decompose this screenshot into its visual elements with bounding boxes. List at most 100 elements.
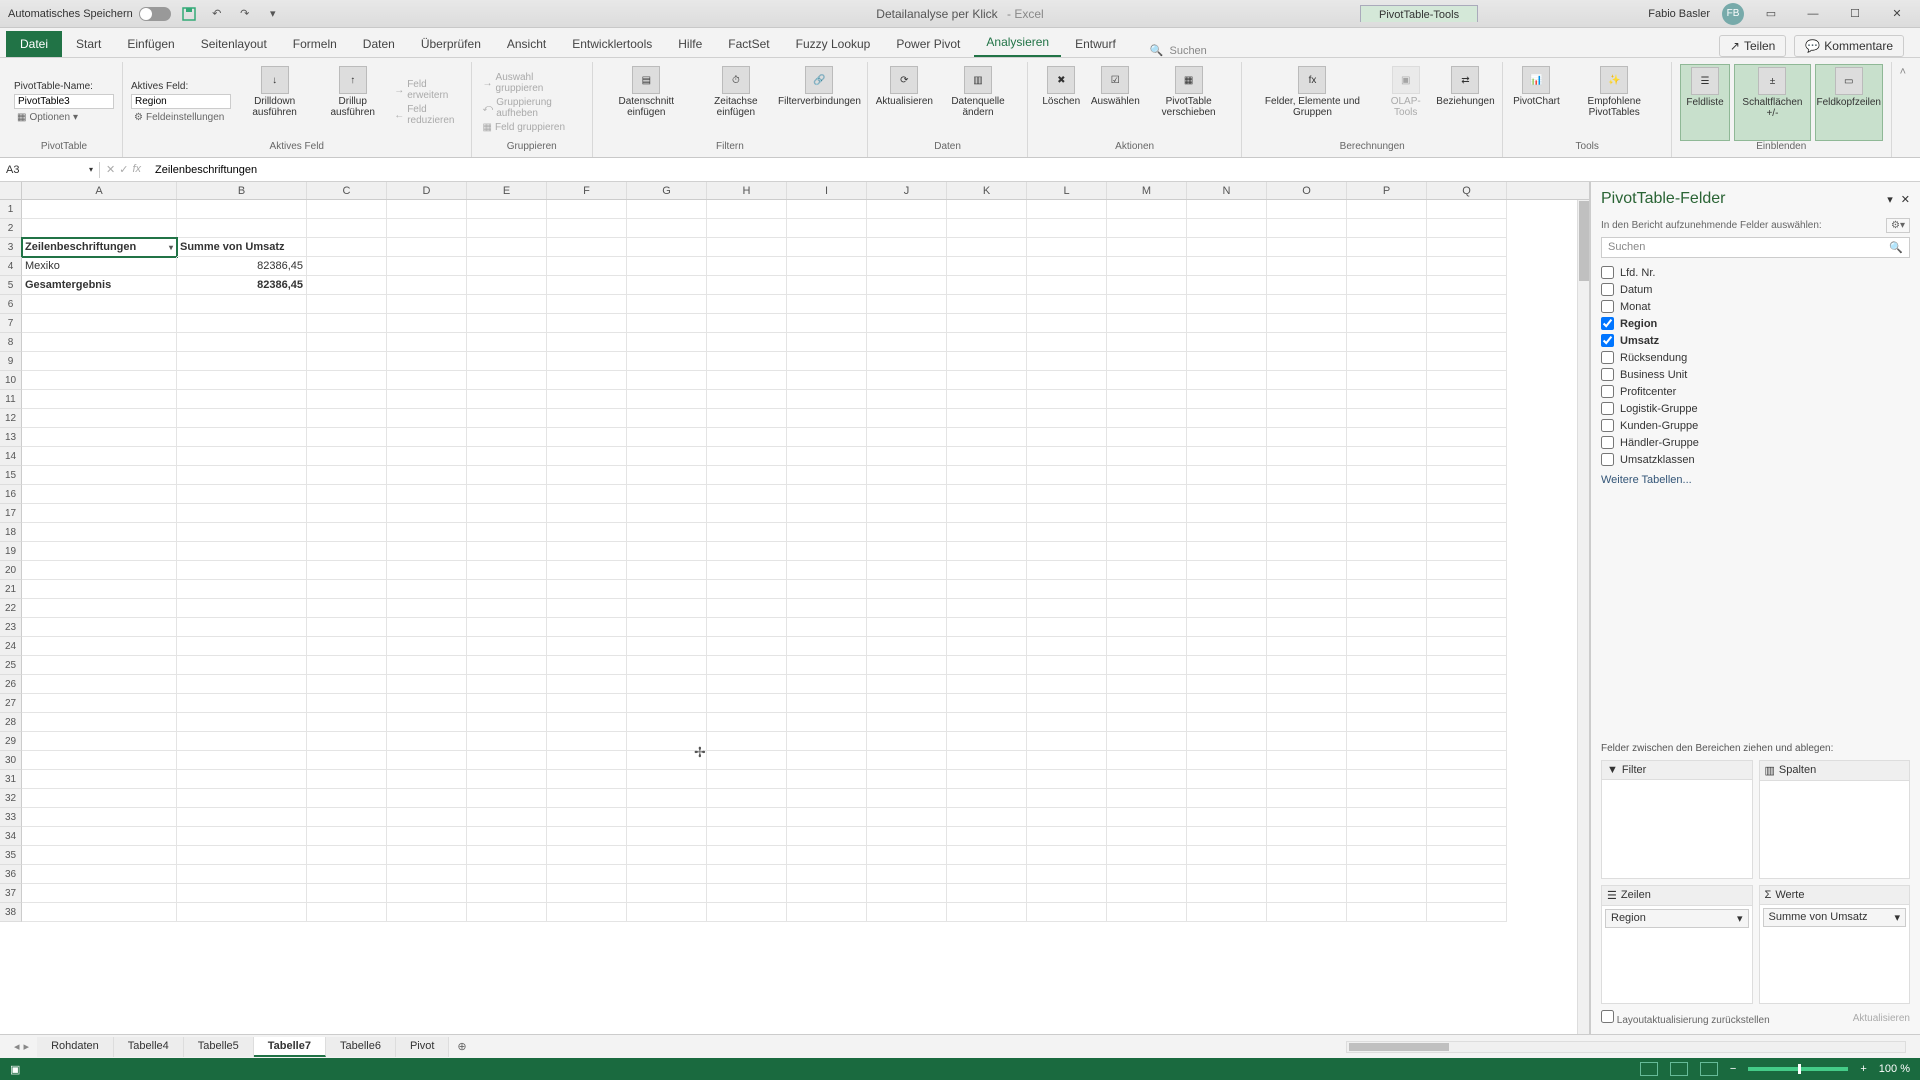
tab-daten[interactable]: Daten [351, 31, 407, 57]
cell-B9[interactable] [177, 352, 307, 371]
cell-I13[interactable] [787, 428, 867, 447]
record-macro-icon[interactable]: ▣ [10, 1063, 20, 1076]
cell-B29[interactable] [177, 732, 307, 751]
cell-J34[interactable] [867, 827, 947, 846]
cell-F2[interactable] [547, 219, 627, 238]
cell-H38[interactable] [707, 903, 787, 922]
cell-P36[interactable] [1347, 865, 1427, 884]
cell-H23[interactable] [707, 618, 787, 637]
cell-O22[interactable] [1267, 599, 1347, 618]
cell-O38[interactable] [1267, 903, 1347, 922]
cell-F33[interactable] [547, 808, 627, 827]
cell-J32[interactable] [867, 789, 947, 808]
cell-A16[interactable] [22, 485, 177, 504]
cell-Q2[interactable] [1427, 219, 1507, 238]
update-button[interactable]: Aktualisieren [1853, 1013, 1910, 1024]
cell-J12[interactable] [867, 409, 947, 428]
cell-P16[interactable] [1347, 485, 1427, 504]
cell-B25[interactable] [177, 656, 307, 675]
cell-N37[interactable] [1187, 884, 1267, 903]
cell-O24[interactable] [1267, 637, 1347, 656]
cell-G13[interactable] [627, 428, 707, 447]
cell-A15[interactable] [22, 466, 177, 485]
cell-O28[interactable] [1267, 713, 1347, 732]
cell-G34[interactable] [627, 827, 707, 846]
cell-O32[interactable] [1267, 789, 1347, 808]
col-header-B[interactable]: B [177, 182, 307, 199]
cell-L11[interactable] [1027, 390, 1107, 409]
rows-area[interactable]: ☰Zeilen Region▾ [1601, 885, 1753, 1004]
cell-L10[interactable] [1027, 371, 1107, 390]
cell-C20[interactable] [307, 561, 387, 580]
cell-F31[interactable] [547, 770, 627, 789]
cell-O9[interactable] [1267, 352, 1347, 371]
cell-G4[interactable] [627, 257, 707, 276]
cell-P15[interactable] [1347, 466, 1427, 485]
cell-G22[interactable] [627, 599, 707, 618]
cell-F6[interactable] [547, 295, 627, 314]
cell-C1[interactable] [307, 200, 387, 219]
cell-G18[interactable] [627, 523, 707, 542]
cell-F22[interactable] [547, 599, 627, 618]
row-header[interactable]: 15 [0, 466, 22, 485]
cell-M28[interactable] [1107, 713, 1187, 732]
cell-E34[interactable] [467, 827, 547, 846]
cell-D15[interactable] [387, 466, 467, 485]
cell-C38[interactable] [307, 903, 387, 922]
cell-E14[interactable] [467, 447, 547, 466]
cell-J37[interactable] [867, 884, 947, 903]
cell-N35[interactable] [1187, 846, 1267, 865]
cell-L14[interactable] [1027, 447, 1107, 466]
cell-N34[interactable] [1187, 827, 1267, 846]
cell-E12[interactable] [467, 409, 547, 428]
group-field-button[interactable]: ▦ Feld gruppieren [480, 121, 569, 134]
page-break-view-icon[interactable] [1700, 1062, 1718, 1076]
cell-J29[interactable] [867, 732, 947, 751]
cell-L5[interactable] [1027, 276, 1107, 295]
cell-D24[interactable] [387, 637, 467, 656]
cell-J15[interactable] [867, 466, 947, 485]
cell-I19[interactable] [787, 542, 867, 561]
cell-C18[interactable] [307, 523, 387, 542]
cell-L30[interactable] [1027, 751, 1107, 770]
cell-D4[interactable] [387, 257, 467, 276]
cell-C7[interactable] [307, 314, 387, 333]
cell-D20[interactable] [387, 561, 467, 580]
cell-K16[interactable] [947, 485, 1027, 504]
cell-Q35[interactable] [1427, 846, 1507, 865]
cell-B28[interactable] [177, 713, 307, 732]
cell-J2[interactable] [867, 219, 947, 238]
cell-N22[interactable] [1187, 599, 1267, 618]
cell-K15[interactable] [947, 466, 1027, 485]
cell-B27[interactable] [177, 694, 307, 713]
cell-Q23[interactable] [1427, 618, 1507, 637]
cell-N19[interactable] [1187, 542, 1267, 561]
cell-C30[interactable] [307, 751, 387, 770]
cell-D7[interactable] [387, 314, 467, 333]
cell-B22[interactable] [177, 599, 307, 618]
cell-F23[interactable] [547, 618, 627, 637]
cell-M7[interactable] [1107, 314, 1187, 333]
cell-B32[interactable] [177, 789, 307, 808]
col-header-M[interactable]: M [1107, 182, 1187, 199]
cell-H19[interactable] [707, 542, 787, 561]
cell-Q13[interactable] [1427, 428, 1507, 447]
cell-F21[interactable] [547, 580, 627, 599]
select-all-corner[interactable] [0, 182, 22, 200]
cell-H11[interactable] [707, 390, 787, 409]
cell-F35[interactable] [547, 846, 627, 865]
cell-I27[interactable] [787, 694, 867, 713]
cell-I28[interactable] [787, 713, 867, 732]
cell-D27[interactable] [387, 694, 467, 713]
cell-J20[interactable] [867, 561, 947, 580]
cell-F5[interactable] [547, 276, 627, 295]
row-header[interactable]: 24 [0, 637, 22, 656]
cell-L36[interactable] [1027, 865, 1107, 884]
change-source-button[interactable]: ▥Datenquelle ändern [937, 64, 1020, 141]
cell-P37[interactable] [1347, 884, 1427, 903]
cell-L20[interactable] [1027, 561, 1107, 580]
cell-Q16[interactable] [1427, 485, 1507, 504]
cell-J19[interactable] [867, 542, 947, 561]
col-header-N[interactable]: N [1187, 182, 1267, 199]
cell-E19[interactable] [467, 542, 547, 561]
